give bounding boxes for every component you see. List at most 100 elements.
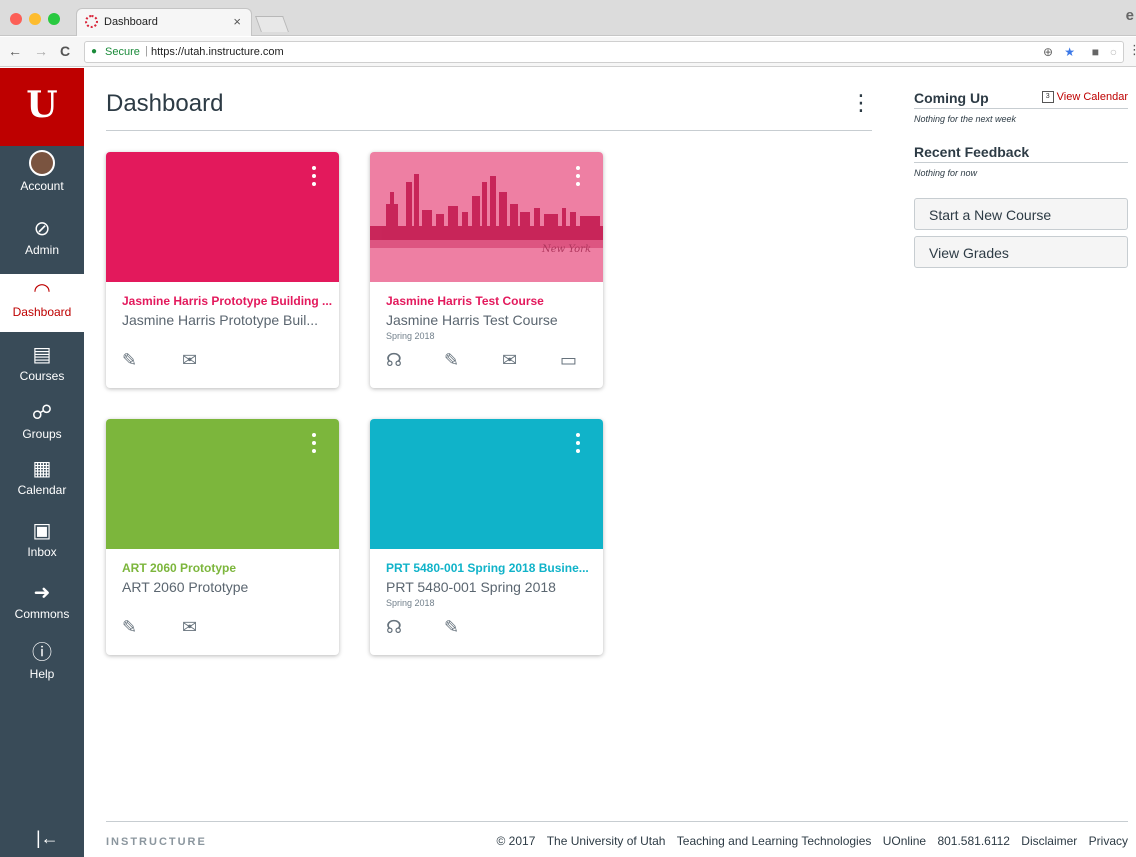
tab-title: Dashboard <box>104 16 158 28</box>
lock-icon: ● <box>91 46 98 57</box>
course-name[interactable]: ART 2060 Prototype <box>122 561 332 575</box>
nav-label-courses: Courses <box>19 369 65 383</box>
groups-icon: ☍ <box>31 402 53 424</box>
minimize-window-button[interactable] <box>29 13 41 25</box>
footer-link-university[interactable]: The University of Utah <box>547 834 666 848</box>
course-term: Spring 2018 <box>386 331 435 341</box>
discussions-icon[interactable]: ✉ <box>182 350 197 371</box>
new-york-skyline-image <box>370 174 603 248</box>
collapse-nav-icon[interactable]: |← <box>36 828 59 849</box>
card-options-icon[interactable] <box>575 433 581 457</box>
card-options-icon[interactable] <box>575 166 581 190</box>
assignments-icon[interactable]: ✎ <box>122 350 137 371</box>
card-options-icon[interactable] <box>311 433 317 457</box>
discussions-icon[interactable]: ✉ <box>502 350 517 371</box>
course-card[interactable]: PRT 5480-001 Spring 2018 Busine... PRT 5… <box>370 419 603 655</box>
course-code: Jasmine Harris Test Course <box>386 312 558 328</box>
footer-link-phone[interactable]: 801.581.6112 <box>937 834 1010 848</box>
browser-menu-icon[interactable]: ⋮ <box>1128 42 1136 58</box>
close-window-button[interactable] <box>10 13 22 25</box>
browser-tab-bar: Dashboard × e <box>0 0 1136 36</box>
course-name[interactable]: PRT 5480-001 Spring 2018 Busine... <box>386 561 596 575</box>
calendar-icon: 3 <box>1041 91 1054 104</box>
assignments-icon[interactable]: ✎ <box>444 350 459 371</box>
canvas-favicon-icon <box>85 15 98 28</box>
reload-icon[interactable]: C <box>60 43 70 59</box>
nav-item-inbox[interactable]: ▣ Inbox <box>0 520 84 559</box>
footer-link-disclaimer[interactable]: Disclaimer <box>1021 834 1077 848</box>
start-new-course-button[interactable]: Start a New Course <box>914 198 1128 230</box>
inbox-icon: ▣ <box>32 520 52 542</box>
nav-item-groups[interactable]: ☍ Groups <box>0 402 84 441</box>
nav-item-dashboard[interactable]: ◠ Dashboard <box>0 274 84 332</box>
course-card[interactable]: New York Jasmine Harris Test Course Jasm… <box>370 152 603 388</box>
browser-tab[interactable]: Dashboard × <box>76 8 252 36</box>
nav-label-commons: Commons <box>14 607 70 621</box>
card-options-icon[interactable] <box>311 166 317 190</box>
discussions-icon[interactable]: ✉ <box>182 617 197 638</box>
footer-links: © 2017 The University of Utah Teaching a… <box>489 834 1129 848</box>
nav-label-inbox: Inbox <box>27 545 57 559</box>
help-icon: ⓘ <box>32 642 52 664</box>
course-card[interactable]: ART 2060 Prototype ART 2060 Prototype ✎ … <box>106 419 339 655</box>
course-card-hero[interactable] <box>370 419 603 549</box>
extension-2-icon[interactable]: ○ <box>1110 45 1117 59</box>
course-name[interactable]: Jasmine Harris Test Course <box>386 294 596 308</box>
course-card-hero[interactable] <box>106 152 339 282</box>
course-code: PRT 5480-001 Spring 2018 <box>386 579 556 595</box>
course-card-hero[interactable] <box>106 419 339 549</box>
university-logo[interactable]: U <box>0 68 84 146</box>
dashboard-options-icon[interactable]: ⋮ <box>850 92 872 114</box>
coming-up-heading: Coming Up <box>914 90 989 106</box>
instructure-logo[interactable]: INSTRUCTURE <box>106 836 207 848</box>
logo-letter: U <box>26 84 58 126</box>
nav-label-groups: Groups <box>22 427 62 441</box>
page-title: Dashboard <box>106 90 224 117</box>
url-text: https://utah.instructure.com <box>151 46 284 58</box>
nav-item-account[interactable]: Account <box>0 150 84 193</box>
nav-item-admin[interactable]: ⊘ Admin <box>0 218 84 257</box>
nav-label-admin: Admin <box>24 243 59 257</box>
view-grades-button[interactable]: View Grades <box>914 236 1128 268</box>
profile-icon[interactable]: e <box>1126 7 1134 24</box>
hero-caption: New York <box>542 244 591 255</box>
view-calendar-link[interactable]: 3 View Calendar <box>1041 91 1128 104</box>
maximize-window-button[interactable] <box>48 13 60 25</box>
footer-link-uonline[interactable]: UOnline <box>883 834 926 848</box>
bookmark-star-icon[interactable]: ★ <box>1064 45 1075 59</box>
course-code: Jasmine Harris Prototype Buil... <box>122 312 319 328</box>
course-card[interactable]: Jasmine Harris Prototype Building ... Ja… <box>106 152 339 388</box>
course-name[interactable]: Jasmine Harris Prototype Building ... <box>122 294 332 308</box>
avatar-icon <box>29 150 55 176</box>
coming-up-divider <box>914 108 1128 109</box>
extension-icon[interactable]: ■ <box>1092 45 1099 59</box>
recent-feedback-divider <box>914 162 1128 163</box>
zoom-icon[interactable]: ⊕ <box>1043 45 1053 59</box>
nav-item-commons[interactable]: ➜ Commons <box>0 582 84 621</box>
nav-item-calendar[interactable]: ▦ Calendar <box>0 458 84 497</box>
url-input[interactable]: ● Secure | https://utah.instructure.com … <box>84 41 1124 63</box>
footer-divider <box>106 821 1128 822</box>
calendar-icon: ▦ <box>32 458 52 480</box>
footer-link-privacy[interactable]: Privacy <box>1089 834 1128 848</box>
footer-link-tlt[interactable]: Teaching and Learning Technologies <box>677 834 872 848</box>
recent-feedback-heading: Recent Feedback <box>914 144 1030 160</box>
dashboard-icon: ◠ <box>33 280 51 302</box>
recent-feedback-empty-text: Nothing for now <box>914 168 978 178</box>
course-term: Spring 2018 <box>386 598 435 608</box>
tab-close-icon[interactable]: × <box>233 14 241 29</box>
assignments-icon[interactable]: ✎ <box>122 617 137 638</box>
announcements-icon[interactable]: ☊ <box>386 350 402 371</box>
announcements-icon[interactable]: ☊ <box>386 617 402 638</box>
assignments-icon[interactable]: ✎ <box>444 617 459 638</box>
back-icon[interactable]: ← <box>8 43 22 59</box>
shield-icon: ⊘ <box>33 218 51 240</box>
course-card-hero[interactable]: New York <box>370 152 603 282</box>
nav-item-help[interactable]: ⓘ Help <box>0 642 84 681</box>
secure-label: Secure <box>105 46 140 58</box>
course-code: ART 2060 Prototype <box>122 579 249 595</box>
nav-item-courses[interactable]: ▤ Courses <box>0 344 84 383</box>
files-icon[interactable]: ▭ <box>560 350 577 371</box>
forward-icon[interactable]: → <box>34 43 48 59</box>
new-tab-button[interactable] <box>255 16 289 32</box>
